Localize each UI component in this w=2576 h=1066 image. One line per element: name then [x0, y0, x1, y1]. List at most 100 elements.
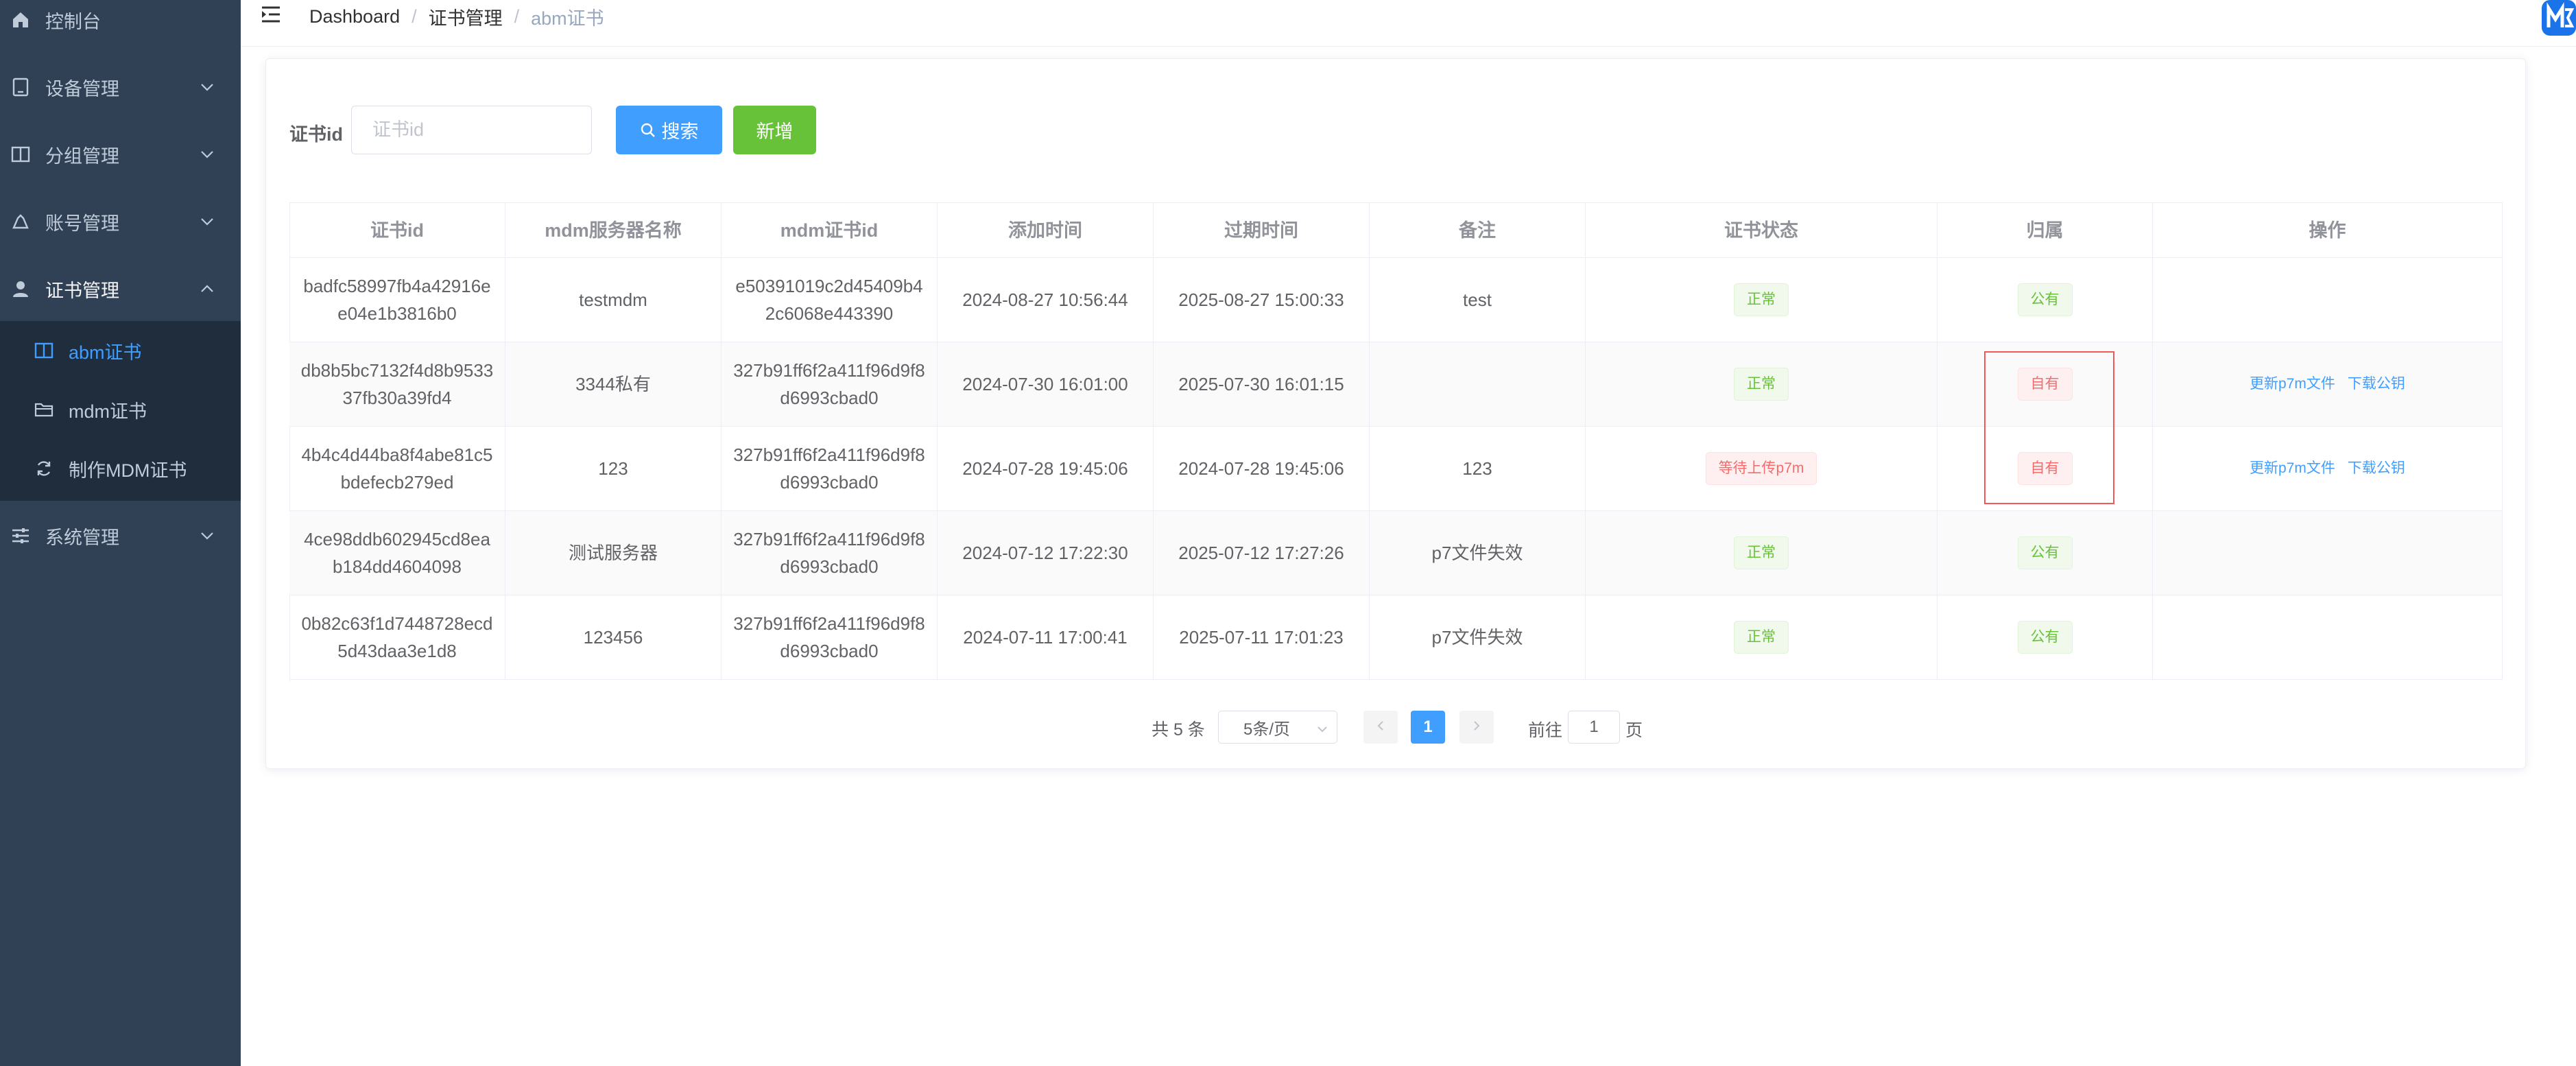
status-badge: 正常: [1734, 283, 1789, 316]
owner-badge: 公有: [2017, 536, 2073, 569]
cell-added-time: 2024-07-28 19:45:06: [938, 427, 1154, 510]
cell-expire-time: 2025-08-27 15:00:33: [1154, 258, 1370, 342]
cell-cert-id: badfc58997fb4a42916ee04e1b3816b0: [289, 258, 505, 342]
header-server-name: mdm服务器名称: [505, 203, 721, 257]
chevron-down-icon: [200, 528, 215, 543]
highlight-box: [1984, 351, 2114, 504]
sliders-icon: [10, 525, 32, 547]
sidebar-item-system[interactable]: 系统管理: [0, 502, 241, 569]
cell-server-name: 123456: [505, 595, 721, 679]
breadcrumb-separator: /: [514, 6, 520, 27]
status-badge: 正常: [1734, 536, 1789, 569]
header-divider: [241, 46, 2576, 47]
table-row: db8b5bc7132f4d8b953337fb30a39fd4 3344私有 …: [289, 342, 2503, 427]
cell-note: test: [1370, 258, 1586, 342]
mdm-cert-id-text: 327b91ff6f2a411f96d9f8d6993cbad0: [733, 613, 925, 661]
cert-id-text: badfc58997fb4a42916ee04e1b3816b0: [303, 276, 491, 324]
chevron-down-icon: [200, 80, 215, 95]
sidebar-item-groups[interactable]: 分组管理: [0, 121, 241, 188]
mdm-cert-id-text: 327b91ff6f2a411f96d9f8d6993cbad0: [733, 529, 925, 577]
book-icon: [33, 340, 55, 362]
sidebar-item-label: 证书管理: [45, 280, 119, 301]
header-status: 证书状态: [1586, 203, 1937, 257]
download-public-key-link[interactable]: 下载公钥: [2348, 455, 2405, 482]
update-p7m-link[interactable]: 更新p7m文件: [2250, 455, 2335, 482]
account-icon: [10, 211, 32, 233]
search-button-label: 搜索: [661, 121, 699, 142]
add-button[interactable]: 新增: [733, 106, 816, 154]
refresh-icon: [33, 458, 55, 479]
cert-id-text: 0b82c63f1d7448728ecd5d43daa3e1d8: [301, 613, 493, 661]
table-row: 4b4c4d44ba8f4abe81c5bdefecb279ed 123 327…: [289, 427, 2503, 511]
mdm-cert-id-text: 327b91ff6f2a411f96d9f8d6993cbad0: [733, 445, 925, 493]
cell-actions: 更新p7m文件 下载公钥: [2153, 427, 2503, 510]
search-icon: [640, 122, 656, 139]
cell-note: p7文件失效: [1370, 595, 1586, 679]
sidebar-item-dashboard[interactable]: 控制台: [0, 0, 241, 54]
cell-expire-time: 2025-07-30 16:01:15: [1154, 342, 1370, 426]
breadcrumb-separator: /: [412, 6, 417, 27]
cell-status: 正常: [1586, 511, 1937, 595]
cell-expire-time: 2025-07-12 17:27:26: [1154, 511, 1370, 595]
chevron-right-icon: [1472, 718, 1481, 737]
page-number-1[interactable]: 1: [1411, 711, 1445, 744]
page-size-select[interactable]: 5条/页: [1218, 711, 1337, 744]
cell-expire-time: 2025-07-11 17:01:23: [1154, 595, 1370, 679]
cell-status: 正常: [1586, 595, 1937, 679]
cell-mdm-cert-id: 327b91ff6f2a411f96d9f8d6993cbad0: [721, 427, 938, 510]
update-p7m-link[interactable]: 更新p7m文件: [2250, 370, 2335, 398]
goto-label: 前往: [1528, 721, 1563, 740]
add-button-label: 新增: [756, 121, 794, 142]
prev-page-button[interactable]: [1363, 711, 1398, 744]
chevron-down-icon: [1316, 721, 1328, 740]
sidebar-item-devices[interactable]: 设备管理: [0, 54, 241, 121]
cell-added-time: 2024-07-12 17:22:30: [938, 511, 1154, 595]
cell-owner: 公有: [1937, 258, 2153, 342]
header-note: 备注: [1370, 203, 1586, 257]
cell-actions: [2153, 511, 2503, 595]
menu-fold-icon: [261, 5, 281, 27]
cell-added-time: 2024-07-11 17:00:41: [938, 595, 1154, 679]
status-badge: 正常: [1734, 621, 1789, 654]
device-icon: [10, 76, 32, 98]
table-row: 4ce98ddb602945cd8eab184dd4604098 测试服务器 3…: [289, 511, 2503, 595]
breadcrumb-dashboard[interactable]: Dashboard: [309, 6, 400, 27]
cert-id-text: db8b5bc7132f4d8b953337fb30a39fd4: [300, 360, 494, 408]
cell-note: [1370, 342, 1586, 426]
sidebar-item-make-mdm-cert[interactable]: 制作MDM证书: [0, 439, 241, 498]
hamburger-toggle[interactable]: [259, 4, 283, 27]
cert-table: 证书id mdm服务器名称 mdm证书id 添加时间 过期时间 备注 证书状态 …: [289, 202, 2503, 680]
header-actions: 操作: [2153, 203, 2503, 257]
cert-id-input[interactable]: [351, 106, 592, 154]
breadcrumb-cert-management[interactable]: 证书管理: [429, 3, 503, 30]
cell-mdm-cert-id: 327b91ff6f2a411f96d9f8d6993cbad0: [721, 342, 938, 426]
sidebar-item-accounts[interactable]: 账号管理: [0, 188, 241, 255]
sidebar-item-abm-cert[interactable]: abm证书: [0, 321, 241, 380]
cell-actions: [2153, 595, 2503, 679]
download-public-key-link[interactable]: 下载公钥: [2348, 370, 2405, 398]
chevron-up-icon: [200, 281, 215, 296]
next-page-button[interactable]: [1459, 711, 1494, 744]
cell-server-name: testmdm: [505, 258, 721, 342]
book-icon: [10, 143, 32, 165]
sidebar-item-label: abm证书: [69, 342, 142, 363]
cell-cert-id: db8b5bc7132f4d8b953337fb30a39fd4: [289, 342, 505, 426]
cell-note: p7文件失效: [1370, 511, 1586, 595]
sidebar-item-label: mdm证书: [69, 401, 147, 422]
cell-cert-id: 0b82c63f1d7448728ecd5d43daa3e1d8: [289, 595, 505, 679]
cell-cert-id: 4ce98ddb602945cd8eab184dd4604098: [289, 511, 505, 595]
sidebar-item-mdm-cert[interactable]: mdm证书: [0, 380, 241, 439]
search-button[interactable]: 搜索: [616, 106, 722, 154]
sidebar-item-label: 设备管理: [45, 78, 119, 99]
app-logo-icon: [2542, 0, 2576, 36]
header-owner: 归属: [1937, 203, 2153, 257]
cert-id-text: 4ce98ddb602945cd8eab184dd4604098: [304, 529, 490, 577]
cell-cert-id: 4b4c4d44ba8f4abe81c5bdefecb279ed: [289, 427, 505, 510]
table-row: badfc58997fb4a42916ee04e1b3816b0 testmdm…: [289, 258, 2503, 342]
goto-page-input[interactable]: [1568, 711, 1620, 744]
cell-mdm-cert-id: e50391019c2d45409b42c6068e443390: [721, 258, 938, 342]
chevron-down-icon: [200, 147, 215, 162]
sidebar-item-certificates[interactable]: 证书管理: [0, 255, 241, 322]
owner-badge: 公有: [2017, 283, 2073, 316]
filter-cert-id-label: 证书id: [289, 124, 343, 145]
